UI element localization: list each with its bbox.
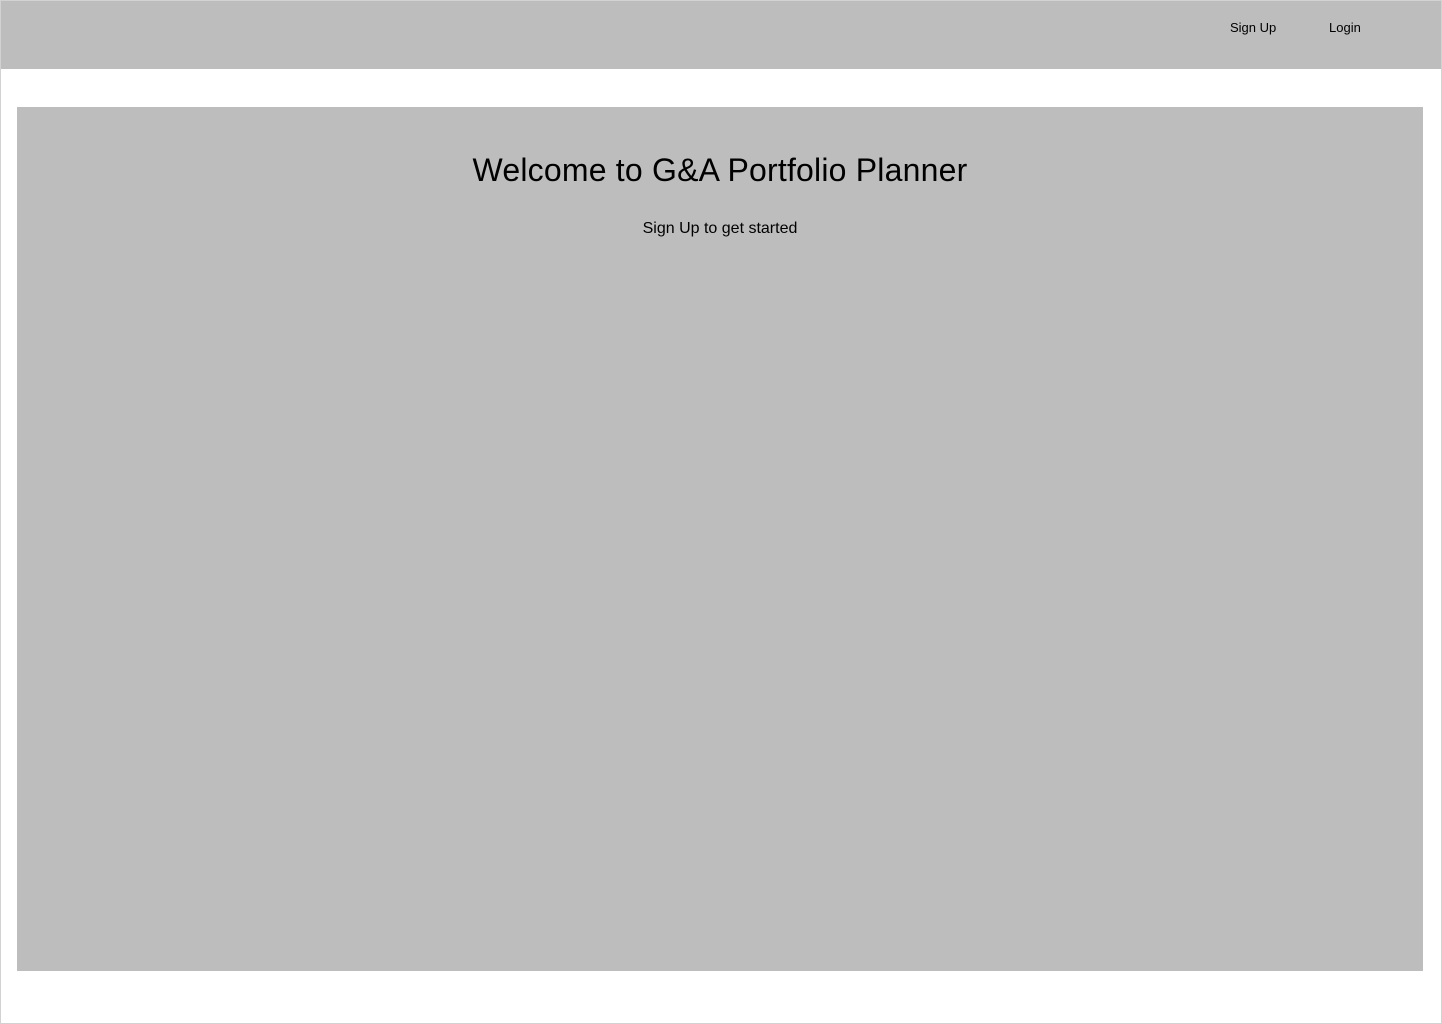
hero-subtitle: Sign Up to get started [642,220,798,237]
hero-panel: Welcome to G&A Portfolio Planner Sign Up… [17,107,1423,971]
login-link[interactable]: Login [1329,19,1361,37]
signup-link[interactable]: Sign Up [1230,19,1276,37]
page-title: Welcome to G&A Portfolio Planner [472,152,968,188]
top-navigation-bar: Sign Up Login [1,1,1441,69]
app-window: Sign Up Login Welcome to G&A Portfolio P… [0,0,1442,1024]
